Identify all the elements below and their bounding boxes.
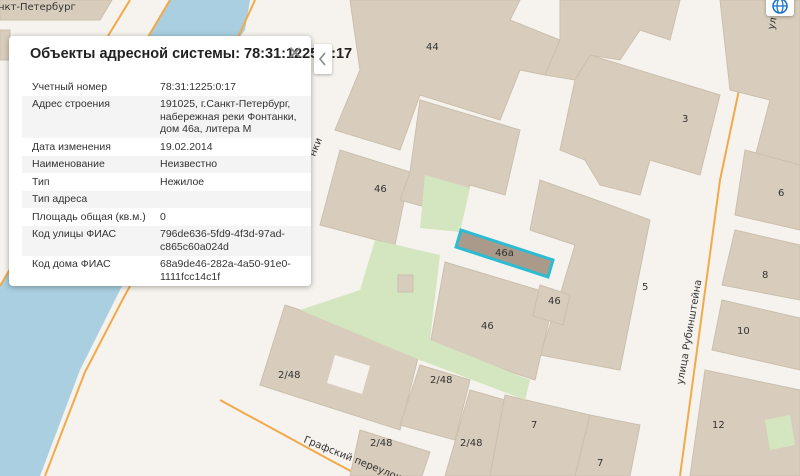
map-label-248-d: 2/48 [460, 438, 482, 449]
map-label-7b: 7 [597, 458, 603, 469]
map-label-248-c: 2/48 [370, 438, 392, 449]
attribute-value: 68a9de46-282a-4a50-91e0- 1111fcc14c1f [160, 258, 310, 283]
attribute-row: Площадь общая (кв.м.) 0 [22, 208, 311, 226]
object-info-panel: Объекты адресной системы: 78:31:1225:0:1… [9, 36, 353, 286]
map-label-44: 44 [426, 42, 439, 53]
attribute-value: Неизвестно [160, 158, 310, 171]
globe-icon [772, 0, 788, 14]
attribute-key: Код улицы ФИАС [32, 228, 117, 240]
attribute-value-line: дом 46а, литера М [160, 123, 252, 135]
attribute-value: 19.02.2014 [160, 141, 310, 154]
building-left-46 [319, 149, 411, 246]
attribute-value [160, 193, 310, 206]
attribute-value: 796de636-5fd9-4f3d-97ad-c865c60a024d [160, 228, 310, 253]
attribute-value-line: 19.02.2014 [160, 140, 213, 153]
building-7 [489, 394, 591, 476]
map-label-10: 10 [737, 326, 750, 337]
map-label-46a: 46а [495, 248, 514, 259]
attribute-key: Код дома ФИАС [32, 258, 111, 270]
chevron-left-icon [318, 52, 326, 66]
attribute-row: Код дома ФИАС 68a9de46-282a-4a50-91e0- 111… [22, 256, 311, 286]
map-label-46-left: 46 [374, 184, 387, 195]
panel-title: Объекты адресной системы: 78:31:1225:0:1… [30, 46, 353, 62]
attribute-key: Учетный номер [32, 80, 108, 93]
attribute-key: Площадь общая (кв.м.) [32, 210, 146, 223]
road-grafsky [219, 399, 361, 476]
attribute-row: Тип Нежилое [22, 173, 311, 191]
map-label-248-a: 2/48 [278, 370, 300, 381]
attribute-row: Наименование Неизвестно [22, 155, 311, 173]
globe-button[interactable] [766, 0, 794, 16]
attribute-value-line: Нежилое [160, 175, 205, 188]
park-building-square [397, 274, 414, 293]
attribute-row: Тип адреса [22, 190, 311, 208]
attribute-value-line: 796de636-5fd9-4f3d-97ad- [160, 228, 285, 240]
attribute-row: Учетный номер 78:31:1225:0:17 [22, 78, 311, 96]
building-6 [734, 149, 800, 231]
map-label-8: 8 [762, 270, 768, 281]
attribute-value-line: набережная реки Фонтанки, [160, 110, 297, 123]
map-label-city: нкт-Петербург [0, 2, 76, 13]
close-button[interactable] [287, 45, 303, 61]
attribute-value: 0 [160, 211, 310, 224]
building-10 [711, 299, 800, 371]
attribute-value: 191025, г.Санкт-Петербург, набережная рек… [160, 98, 310, 136]
attribute-key: Дата изменения [32, 140, 111, 153]
attribute-key: Тип адреса [32, 193, 88, 205]
collapse-panel-button[interactable] [314, 44, 332, 74]
attribute-value-line: 191025, г.Санкт-Петербург, [160, 98, 291, 110]
attribute-row: Адрес строения 191025, г.Санкт-Петербург,… [22, 95, 311, 138]
attribute-value: 78:31:1225:0:17 [160, 81, 310, 94]
attribute-value-line [160, 193, 310, 206]
road-top-left [107, 0, 131, 37]
map-label-5: 5 [642, 282, 648, 293]
map-label-3: 3 [682, 114, 688, 125]
map-label-248-b: 2/48 [430, 375, 452, 386]
attribute-value-line: 0 [160, 210, 166, 223]
building-8 [721, 229, 800, 301]
attribute-key: Адрес строения [32, 98, 110, 110]
attribute-value-line: 78:31:1225:0:17 [160, 80, 236, 93]
attribute-key: Тип [32, 175, 50, 188]
building-3 [559, 54, 721, 196]
attribute-value-line: Неизвестно [160, 158, 218, 170]
map-label-6: 6 [778, 188, 784, 199]
attribute-table: Учетный номер 78:31:1225:0:17 Адрес строен… [22, 78, 311, 286]
map-label-46-lower: 46 [481, 321, 494, 332]
attribute-value-line: c865c60a024d [160, 240, 229, 253]
attribute-row: Дата изменения 19.02.2014 [22, 138, 311, 156]
attribute-value-line: 1111fcc14c1f [160, 270, 221, 283]
attribute-value-line: 68a9de46-282a-4a50-91e0- [160, 258, 291, 270]
attribute-row: Код улицы ФИАС 796de636-5fd9-4f3d-97ad-c8… [22, 225, 311, 256]
map-label-7: 7 [531, 420, 537, 431]
map-label-46-small: 46 [548, 296, 561, 307]
park-right [765, 415, 795, 450]
map-label-12: 12 [712, 420, 725, 431]
attribute-value: Нежилое [160, 176, 310, 189]
attribute-key: Наименование [32, 158, 105, 170]
